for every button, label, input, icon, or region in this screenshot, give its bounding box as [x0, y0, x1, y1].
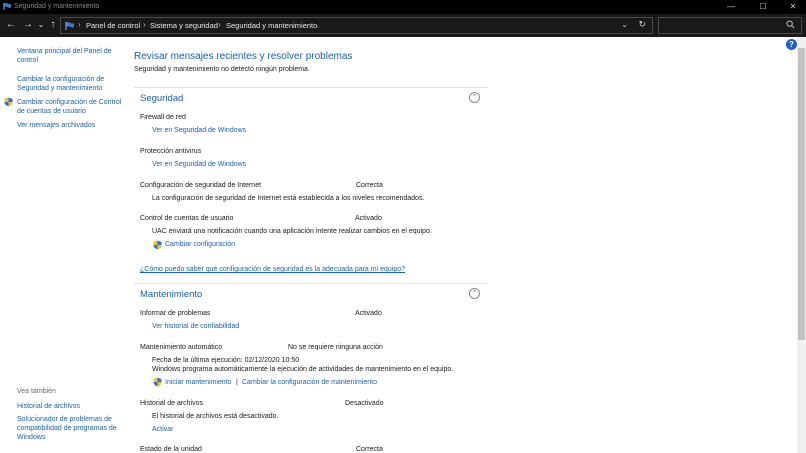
internet-security-label: Configuración de seguridad de Internet	[140, 182, 262, 189]
refresh-icon[interactable]: ↻	[638, 19, 646, 30]
flag-icon	[3, 2, 12, 11]
uac-label: Control de cuentas de usuario	[140, 215, 234, 222]
forward-button[interactable]: →	[22, 18, 34, 32]
change-maintenance-settings-link[interactable]: Cambiar la configuración de mantenimient…	[242, 379, 377, 386]
search-input[interactable]	[658, 17, 802, 34]
uac-change-settings-link[interactable]: Cambiar configuración	[165, 241, 235, 248]
section-divider	[134, 87, 488, 88]
title-bar: Seguridad y mantenimiento — ☐ ✕	[0, 0, 806, 14]
drive-status-value: Correcta	[356, 446, 383, 453]
section-divider	[134, 283, 488, 284]
sidebar-link-compat-troubleshooter[interactable]: Solucionador de problemas de compatibili…	[17, 415, 125, 442]
auto-maintenance-label: Mantenimiento automático	[140, 344, 223, 351]
help-button[interactable]: ?	[786, 39, 797, 50]
collapse-maintenance-icon[interactable]: ⌃	[469, 288, 480, 299]
reliability-history-link[interactable]: Ver historial de confiabilidad	[152, 323, 239, 330]
collapse-security-icon[interactable]: ⌃	[469, 92, 480, 103]
auto-maintenance-desc: Windows programa automáticamente la ejec…	[152, 366, 454, 373]
breadcrumb-item-security[interactable]: Seguridad y mantenimiento	[226, 21, 317, 30]
chevron-right-icon: ›	[143, 20, 146, 29]
sidebar: Ventana principal del Panel de control C…	[0, 37, 128, 453]
section-title-security[interactable]: Seguridad	[140, 93, 183, 104]
last-run-date: Fecha de la última ejecución: 02/12/2020…	[152, 357, 300, 364]
internet-security-desc: La configuración de seguridad de Interne…	[152, 195, 425, 202]
antivirus-label: Protección antivirus	[140, 148, 202, 155]
file-history-label: Historial de archivos	[140, 400, 204, 407]
breadcrumb[interactable]: › Panel de control › Sistema y seguridad…	[60, 17, 653, 34]
link-separator: |	[236, 379, 238, 386]
recent-locations-button[interactable]: ⌄	[37, 18, 45, 32]
chevron-right-icon: ›	[78, 20, 81, 29]
file-history-status: Desactivado	[345, 400, 384, 407]
breadcrumb-item-panel[interactable]: Panel de control	[86, 21, 140, 30]
page-subtitle: Seguridad y mantenimiento no detectó nin…	[134, 66, 310, 73]
sidebar-link-file-history[interactable]: Historial de archivos	[17, 402, 125, 411]
page-title: Revisar mensajes recientes y resolver pr…	[134, 51, 353, 62]
chevron-right-icon: ›	[218, 20, 221, 29]
control-panel-icon	[65, 22, 74, 30]
see-also-heading: Vea también	[17, 388, 56, 395]
up-button[interactable]: ↑	[48, 18, 58, 32]
problem-reporting-label: Informar de problemas	[140, 310, 211, 317]
internet-security-status: Correcta	[356, 182, 383, 189]
file-history-activate-link[interactable]: Activar	[152, 426, 173, 433]
auto-maintenance-status: No se requiere ninguna acción	[288, 344, 383, 351]
drive-status-label: Estado de la unidad	[140, 446, 202, 453]
back-button[interactable]: ←	[5, 18, 17, 32]
problem-reporting-status: Activado	[355, 310, 382, 317]
main-content: Revisar mensajes recientes y resolver pr…	[128, 37, 796, 453]
uac-shield-icon	[153, 240, 162, 250]
window-title: Seguridad y mantenimiento	[14, 3, 100, 10]
sidebar-link-control-panel-home[interactable]: Ventana principal del Panel de control	[17, 47, 125, 65]
uac-shield-icon	[4, 97, 13, 107]
close-button[interactable]: ✕	[778, 0, 806, 14]
scrollbar-thumb[interactable]	[798, 48, 805, 340]
sidebar-link-archived-messages[interactable]: Ver mensajes archivados	[17, 121, 125, 130]
uac-shield-icon	[153, 377, 162, 387]
breadcrumb-item-system[interactable]: Sistema y seguridad	[150, 21, 218, 30]
section-title-maintenance[interactable]: Mantenimiento	[140, 289, 202, 300]
chevron-down-icon[interactable]: ⌄	[621, 20, 628, 29]
start-maintenance-link[interactable]: Iniciar mantenimiento	[165, 379, 232, 386]
sidebar-link-change-settings[interactable]: Cambiar la configuración de Seguridad y …	[17, 75, 125, 93]
maximize-button[interactable]: ☐	[748, 0, 778, 14]
antivirus-link[interactable]: Ver en Seguridad de Windows	[152, 161, 246, 168]
address-bar: ← → ⌄ ↑ › Panel de control › Sistema y s…	[0, 14, 806, 37]
file-history-desc: El historial de archivos está desactivad…	[152, 413, 279, 420]
firewall-link[interactable]: Ver en Seguridad de Windows	[152, 127, 246, 134]
uac-status: Activado	[355, 215, 382, 222]
search-icon	[786, 20, 795, 29]
security-help-link[interactable]: ¿Cómo puedo saber qué configuración de s…	[140, 266, 405, 273]
uac-desc: UAC enviará una notificación cuando una …	[152, 228, 432, 235]
firewall-label: Firewall de red	[140, 114, 186, 121]
sidebar-link-uac-settings[interactable]: Cambiar configuración de Control de cuen…	[17, 98, 125, 116]
minimize-button[interactable]: —	[716, 0, 746, 14]
